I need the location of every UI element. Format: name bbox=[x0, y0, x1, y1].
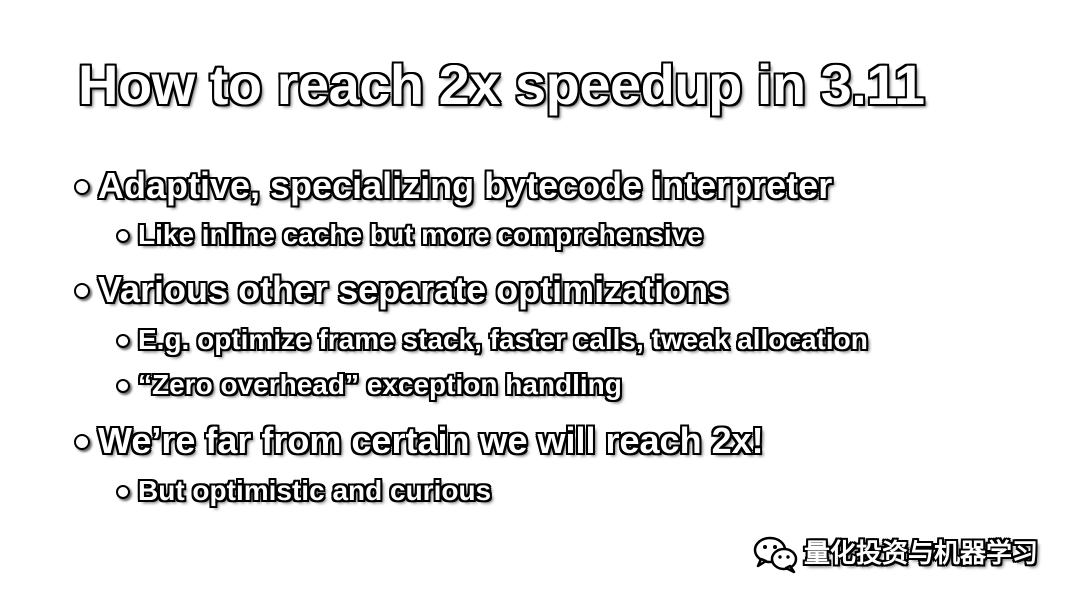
bullet-dot-icon bbox=[116, 379, 130, 393]
bullet-item: Adaptive, specializing bytecode interpre… bbox=[74, 163, 833, 209]
sub-bullet-item: But optimistic and curious bbox=[116, 472, 492, 510]
bullet-item: Various other separate optimizations bbox=[74, 267, 729, 313]
bullet-dot-icon bbox=[116, 229, 130, 243]
slide-title: How to reach 2x speedup in 3.11 bbox=[77, 52, 926, 117]
sub-bullet-text: E.g. optimize frame stack, faster calls,… bbox=[137, 323, 869, 356]
bullet-text: We’re far from certain we will reach 2x! bbox=[97, 419, 765, 462]
wechat-icon bbox=[752, 534, 800, 574]
bullet-item: We’re far from certain we will reach 2x! bbox=[74, 418, 765, 464]
sub-bullet-text: “Zero overhead” exception handling bbox=[137, 368, 623, 401]
sub-bullet-text: But optimistic and curious bbox=[137, 474, 492, 507]
sub-bullet-item: E.g. optimize frame stack, faster calls,… bbox=[116, 321, 869, 359]
slide: How to reach 2x speedup in 3.11 Adaptive… bbox=[0, 0, 1080, 602]
bullet-dot-icon bbox=[116, 334, 130, 348]
bullet-dot-icon bbox=[116, 485, 130, 499]
sub-bullet-item: Like inline cache but more comprehensive bbox=[116, 216, 704, 254]
watermark: 量化投资与机器学习 bbox=[752, 534, 1039, 574]
watermark-text: 量化投资与机器学习 bbox=[803, 538, 1039, 570]
bullet-dot-icon bbox=[74, 434, 90, 450]
bullet-dot-icon bbox=[74, 179, 90, 195]
bullet-text: Various other separate optimizations bbox=[97, 268, 729, 311]
bullet-text: Adaptive, specializing bytecode interpre… bbox=[97, 164, 833, 207]
sub-bullet-item: “Zero overhead” exception handling bbox=[116, 366, 623, 404]
bullet-dot-icon bbox=[74, 283, 90, 299]
sub-bullet-text: Like inline cache but more comprehensive bbox=[137, 218, 704, 251]
